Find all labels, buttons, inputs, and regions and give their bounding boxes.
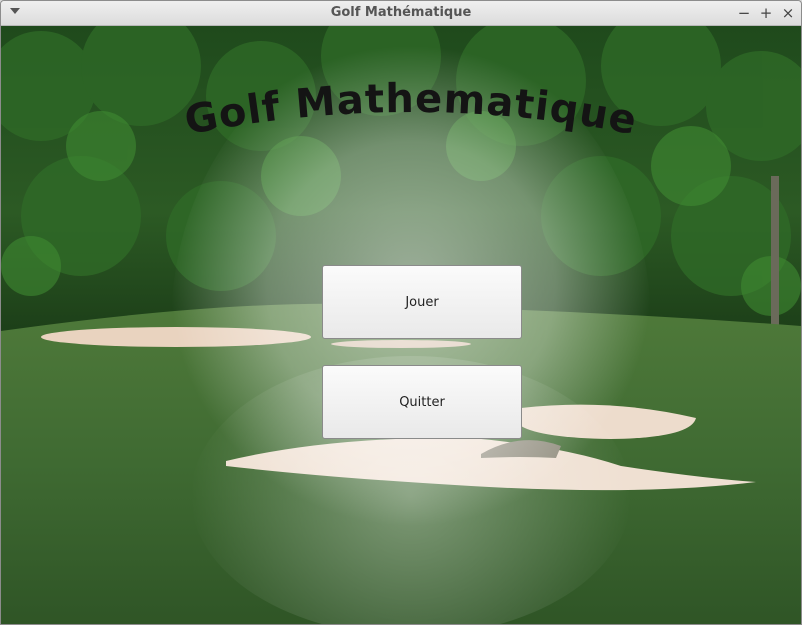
window-title: Golf Mathématique [330, 5, 472, 20]
play-button[interactable]: Jouer [322, 265, 522, 339]
quit-button[interactable]: Quitter [322, 365, 522, 439]
title-bar: Golf Mathématique − + × [1, 1, 801, 26]
close-icon[interactable]: × [780, 4, 796, 22]
minimize-icon[interactable]: − [736, 4, 752, 22]
golf-course-background: Golf Mathematique Jouer Quitter [1, 26, 801, 624]
maximize-icon[interactable]: + [758, 4, 774, 22]
app-window: Golf Mathématique − + × Golf Mathematiqu… [0, 0, 802, 625]
